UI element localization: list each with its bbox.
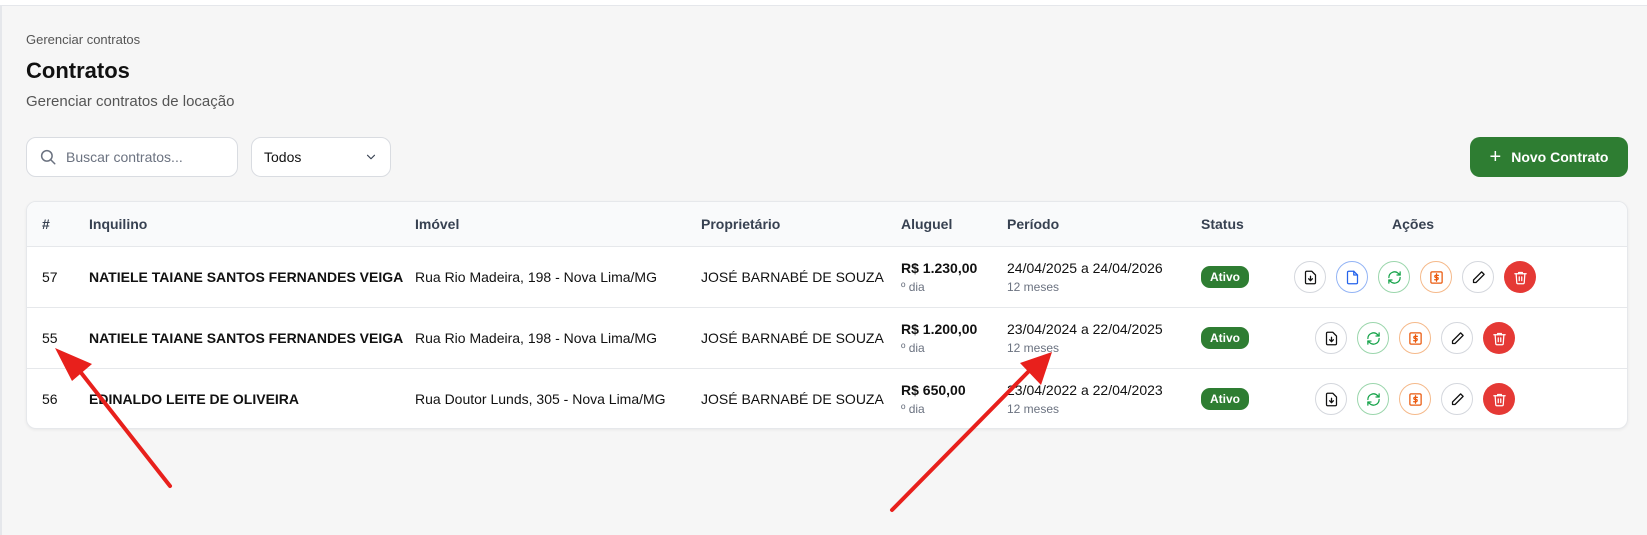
edit-icon [1472,270,1485,283]
rent-due-day: º dia [901,341,925,355]
status-filter-select[interactable]: Todos [251,137,391,177]
edit-button[interactable] [1462,261,1494,293]
page-subtitle: Gerenciar contratos de locação [26,93,235,110]
search-icon [40,149,56,165]
payments-button[interactable] [1399,383,1431,415]
payments-button[interactable] [1420,261,1452,293]
header-status: Status [1201,216,1244,232]
header-id: # [42,216,50,232]
payments-button[interactable] [1399,322,1431,354]
breadcrumb: Gerenciar contratos [26,32,141,47]
renew-button[interactable] [1357,322,1389,354]
renew-button[interactable] [1357,383,1389,415]
table-row: 56 EDINALDO LEITE DE OLIVEIRA Rua Doutor… [27,369,1627,428]
rent-cell: R$ 1.200,00 º dia [901,321,977,355]
contracts-table: # Inquilino Imóvel Proprietário Aluguel … [26,201,1628,429]
property-address: Rua Rio Madeira, 198 - Nova Lima/MG [415,330,657,346]
page-title: Contratos [26,58,130,83]
trash-icon [1513,271,1527,284]
delete-button[interactable] [1504,261,1536,293]
payment-icon [1408,392,1422,406]
rent-amount: R$ 1.200,00 [901,321,978,337]
owner-name: JOSÉ BARNABÉ DE SOUZA [701,269,884,285]
plus-icon: + [1489,146,1502,168]
document-button[interactable] [1336,261,1368,293]
tenant-name: NATIELE TAIANE SANTOS FERNANDES VEIGA [89,330,404,346]
header-period: Período [1007,216,1060,232]
new-contract-label: Novo Contrato [1511,149,1609,165]
top-bar [0,0,1647,6]
search-box[interactable] [26,137,238,177]
period-cell: 23/04/2022 a 22/04/2023 12 meses [1007,382,1163,416]
edit-icon [1451,331,1464,344]
header-property: Imóvel [415,216,460,232]
row-actions [1294,261,1536,293]
download-button[interactable] [1315,322,1347,354]
owner-name: JOSÉ BARNABÉ DE SOUZA [701,391,884,407]
property-address: Rua Doutor Lunds, 305 - Nova Lima/MG [415,391,666,407]
delete-button[interactable] [1483,322,1515,354]
refresh-icon [1366,392,1380,406]
rent-cell: R$ 650,00 º dia [901,382,966,416]
table-header: # Inquilino Imóvel Proprietário Aluguel … [27,202,1627,247]
status-badge: Ativo [1201,388,1249,410]
payment-icon [1408,331,1422,345]
status-badge: Ativo [1201,327,1249,349]
trash-icon [1492,393,1506,406]
header-owner: Proprietário [701,216,781,232]
period-dates: 23/04/2022 a 22/04/2023 [1007,382,1163,398]
rent-due-day: º dia [901,280,925,294]
search-input[interactable] [66,149,226,165]
edit-button[interactable] [1441,322,1473,354]
owner-name: JOSÉ BARNABÉ DE SOUZA [701,330,884,346]
edit-icon [1451,392,1464,405]
period-cell: 23/04/2024 a 22/04/2025 12 meses [1007,321,1163,355]
refresh-icon [1387,270,1401,284]
row-actions [1315,322,1515,354]
filter-selected-value: Todos [264,149,302,165]
status-badge: Ativo [1201,266,1249,288]
document-icon [1346,270,1358,284]
period-dates: 23/04/2024 a 22/04/2025 [1007,321,1163,337]
tenant-name: EDINALDO LEITE DE OLIVEIRA [89,391,300,407]
contract-id: 56 [42,391,58,407]
tenant-name: NATIELE TAIANE SANTOS FERNANDES VEIGA [89,269,404,285]
contract-id: 57 [42,269,58,285]
table-row: 57 NATIELE TAIANE SANTOS FERNANDES VEIGA… [27,247,1627,308]
trash-icon [1492,332,1506,345]
download-icon [1325,331,1337,345]
header-rent: Aluguel [901,216,953,232]
property-address: Rua Rio Madeira, 198 - Nova Lima/MG [415,269,657,285]
sidebar-edge [0,6,2,535]
renew-button[interactable] [1378,261,1410,293]
rent-due-day: º dia [901,402,925,416]
table-row: 55 NATIELE TAIANE SANTOS FERNANDES VEIGA… [27,308,1627,369]
download-button[interactable] [1315,383,1347,415]
refresh-icon [1366,331,1380,345]
download-icon [1325,392,1337,406]
download-icon [1304,270,1316,284]
payment-icon [1429,270,1443,284]
period-dates: 24/04/2025 a 24/04/2026 [1007,260,1163,276]
delete-button[interactable] [1483,383,1515,415]
rent-amount: R$ 650,00 [901,382,966,398]
download-button[interactable] [1294,261,1326,293]
rent-cell: R$ 1.230,00 º dia [901,260,977,294]
header-tenant: Inquilino [89,216,148,232]
header-actions: Ações [1392,216,1435,232]
chevron-down-icon [366,154,376,160]
period-duration: 12 meses [1007,341,1060,355]
period-duration: 12 meses [1007,402,1060,416]
edit-button[interactable] [1441,383,1473,415]
row-actions [1315,383,1515,415]
period-duration: 12 meses [1007,280,1060,294]
contract-id: 55 [42,330,58,346]
new-contract-button[interactable]: + Novo Contrato [1470,137,1628,177]
rent-amount: R$ 1.230,00 [901,260,978,276]
period-cell: 24/04/2025 a 24/04/2026 12 meses [1007,260,1163,294]
